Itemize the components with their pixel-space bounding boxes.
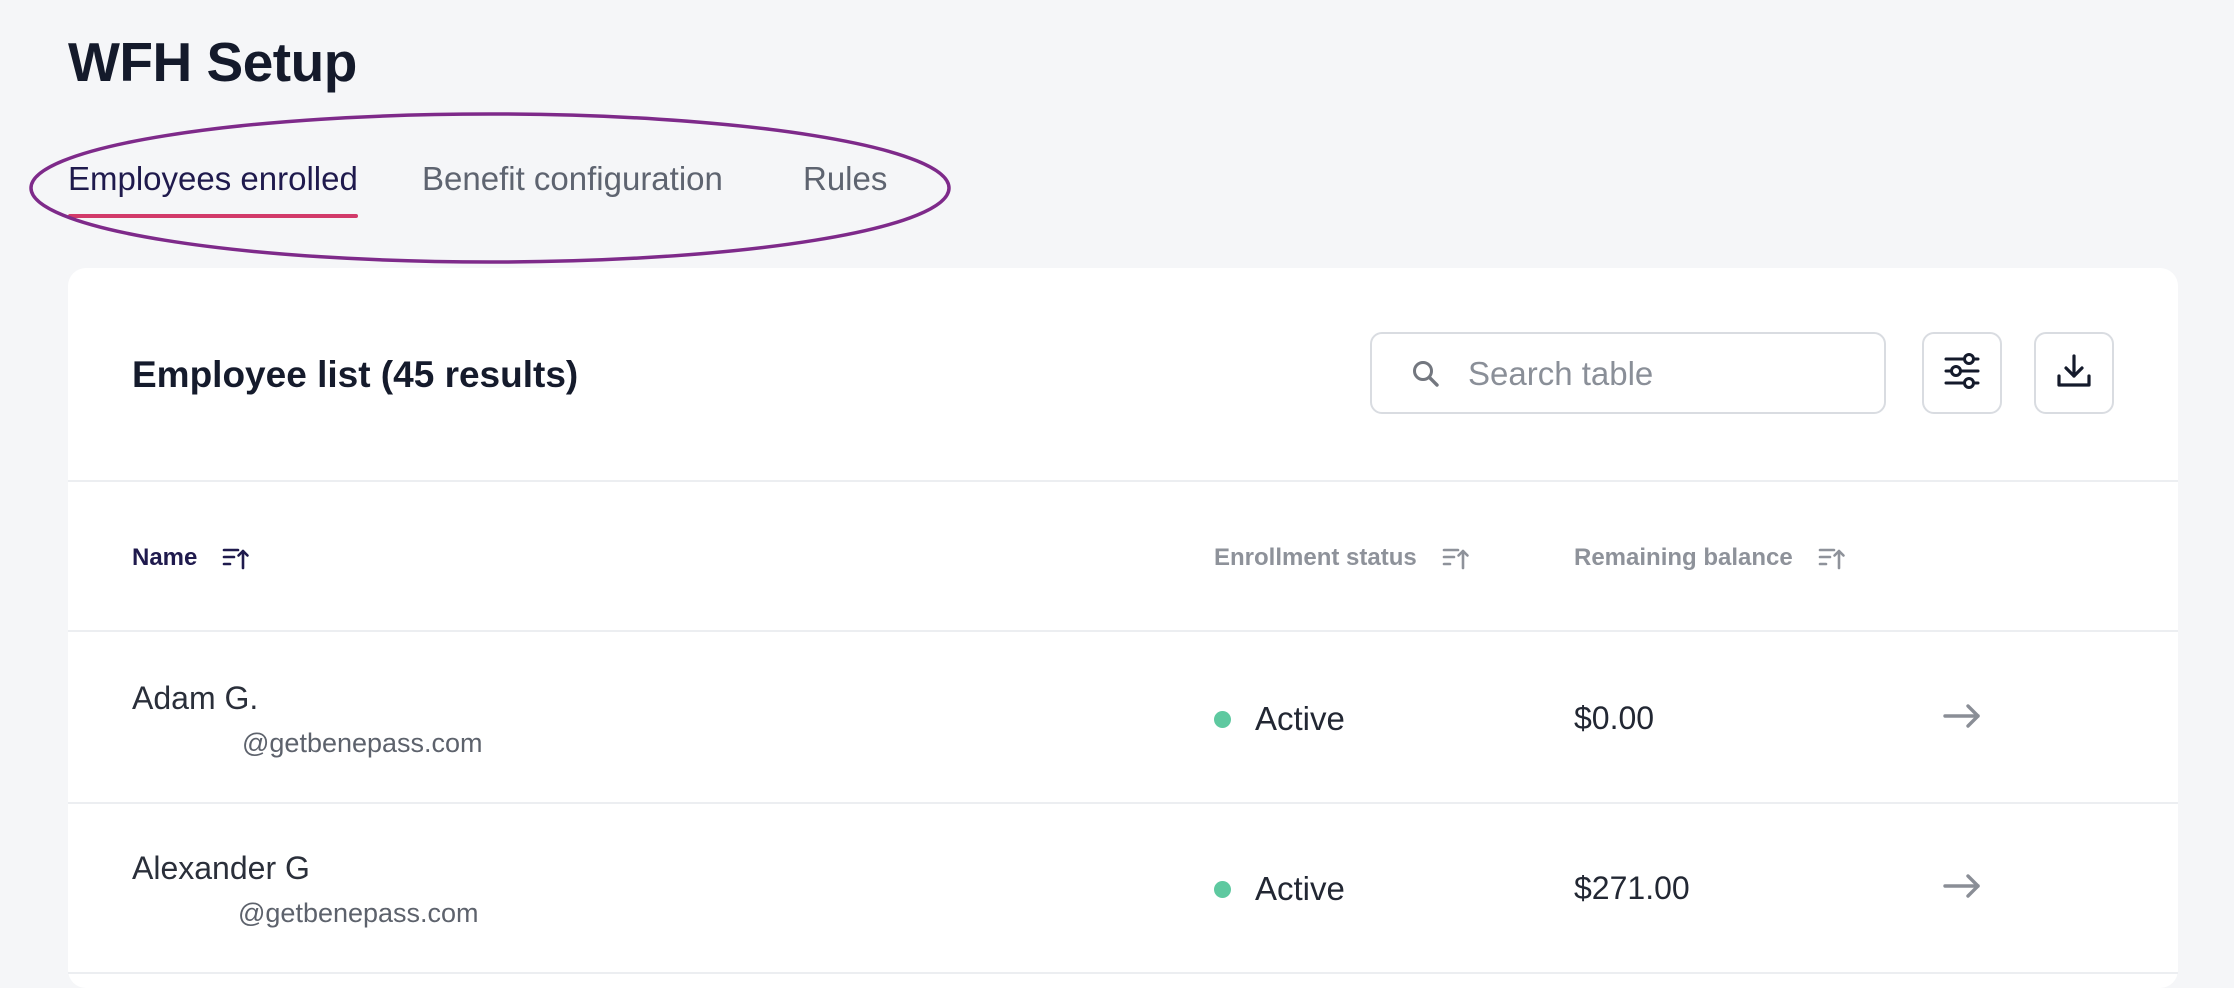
arrow-right-icon[interactable]	[1942, 870, 1982, 907]
table-row[interactable]: Alexander G @getbenepass.com Active $271…	[68, 802, 2178, 974]
remaining-balance: $0.00	[1574, 700, 1655, 736]
tab-rules[interactable]: Rules	[803, 160, 887, 218]
tab-benefit-configuration[interactable]: Benefit configuration	[422, 160, 723, 218]
status-text: Active	[1255, 700, 1345, 737]
sort-ascending-icon	[1441, 545, 1471, 571]
tab-employees-enrolled[interactable]: Employees enrolled	[68, 160, 358, 218]
tab-label: Rules	[803, 160, 888, 197]
search-icon	[1410, 358, 1442, 395]
status-text: Active	[1255, 870, 1345, 907]
column-header-name[interactable]: Name	[132, 544, 251, 572]
employee-name: Adam G.	[132, 680, 259, 716]
column-label: Enrollment status	[1214, 544, 1417, 571]
tab-label: Employees enrolled	[68, 160, 358, 197]
sort-ascending-icon	[221, 545, 251, 571]
filter-button[interactable]	[1922, 332, 2002, 414]
status-dot	[1214, 880, 1231, 898]
employee-list-card: Employee list (45 results) Search table …	[68, 268, 2178, 988]
sliders-icon	[1942, 351, 1982, 396]
sort-ascending-icon	[1817, 545, 1847, 571]
download-icon	[2054, 351, 2094, 396]
status-dot	[1214, 710, 1231, 728]
card-header: Employee list (45 results)	[68, 268, 2178, 482]
tab-label: Benefit configuration	[422, 160, 723, 197]
search-field[interactable]	[1370, 332, 1886, 414]
table-row[interactable]: Adam G. @getbenepass.com Active $0.00	[68, 632, 2178, 804]
employee-email: @getbenepass.com	[242, 728, 483, 758]
enrollment-status: Active	[1214, 870, 1345, 908]
search-input[interactable]	[1466, 348, 1870, 400]
column-header-enrollment-status[interactable]: Enrollment status	[1214, 544, 1471, 572]
page-title: WFH Setup	[68, 31, 357, 93]
employee-email: @getbenepass.com	[238, 898, 479, 928]
remaining-balance: $271.00	[1574, 870, 1690, 906]
active-tab-indicator	[68, 214, 358, 218]
column-label: Name	[132, 544, 198, 571]
arrow-right-icon[interactable]	[1942, 700, 1982, 737]
enrollment-status: Active	[1214, 700, 1345, 738]
table-header: Name Enrollment status Remaining balance	[68, 480, 2178, 632]
column-header-remaining-balance[interactable]: Remaining balance	[1574, 544, 1847, 572]
download-button[interactable]	[2034, 332, 2114, 414]
employee-list-title: Employee list (45 results)	[132, 354, 579, 395]
column-label: Remaining balance	[1574, 544, 1793, 571]
employee-name: Alexander G	[132, 850, 310, 886]
